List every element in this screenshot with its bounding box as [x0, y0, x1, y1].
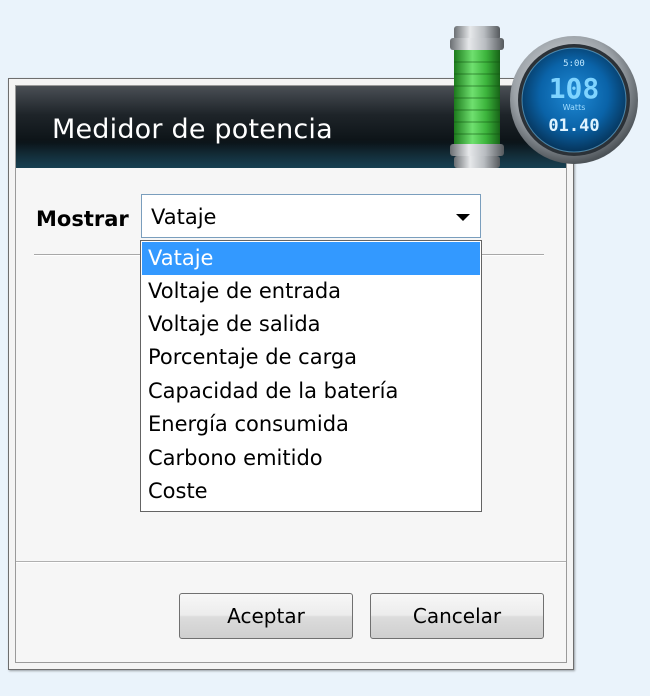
accept-button[interactable]: Aceptar — [179, 593, 353, 639]
dropdown-option-vataje[interactable]: Vataje — [142, 242, 480, 275]
divider-bottom — [16, 561, 566, 563]
show-dropdown-list[interactable]: Vataje Voltaje de entrada Voltaje de sal… — [140, 240, 482, 512]
chevron-down-icon[interactable] — [456, 214, 470, 221]
show-select-value: Vataje — [151, 205, 217, 229]
svg-text:108: 108 — [549, 72, 600, 105]
svg-text:Watts: Watts — [563, 103, 586, 112]
dropdown-option-carbono-emitido[interactable]: Carbono emitido — [142, 442, 480, 475]
desktop-background: Medidor de potencia Mostrar Vataje Vataj… — [0, 0, 650, 696]
dialog-title: Medidor de potencia — [52, 114, 333, 145]
dropdown-option-capacidad-bateria[interactable]: Capacidad de la batería — [142, 375, 480, 408]
dropdown-option-porcentaje-carga[interactable]: Porcentaje de carga — [142, 341, 480, 374]
show-label: Mostrar — [36, 207, 129, 231]
dropdown-option-voltaje-salida[interactable]: Voltaje de salida — [142, 308, 480, 341]
svg-text:01.40: 01.40 — [548, 116, 599, 136]
dropdown-option-coste[interactable]: Coste — [142, 475, 480, 508]
cancel-button[interactable]: Cancelar — [370, 593, 544, 639]
dropdown-option-energia-consumida[interactable]: Energía consumida — [142, 408, 480, 441]
dropdown-option-voltaje-entrada[interactable]: Voltaje de entrada — [142, 275, 480, 308]
power-meter-gadget-icon: 5:00 108 Watts 01.40 — [446, 22, 640, 176]
svg-text:5:00: 5:00 — [563, 59, 585, 69]
show-select[interactable]: Vataje — [141, 194, 481, 238]
